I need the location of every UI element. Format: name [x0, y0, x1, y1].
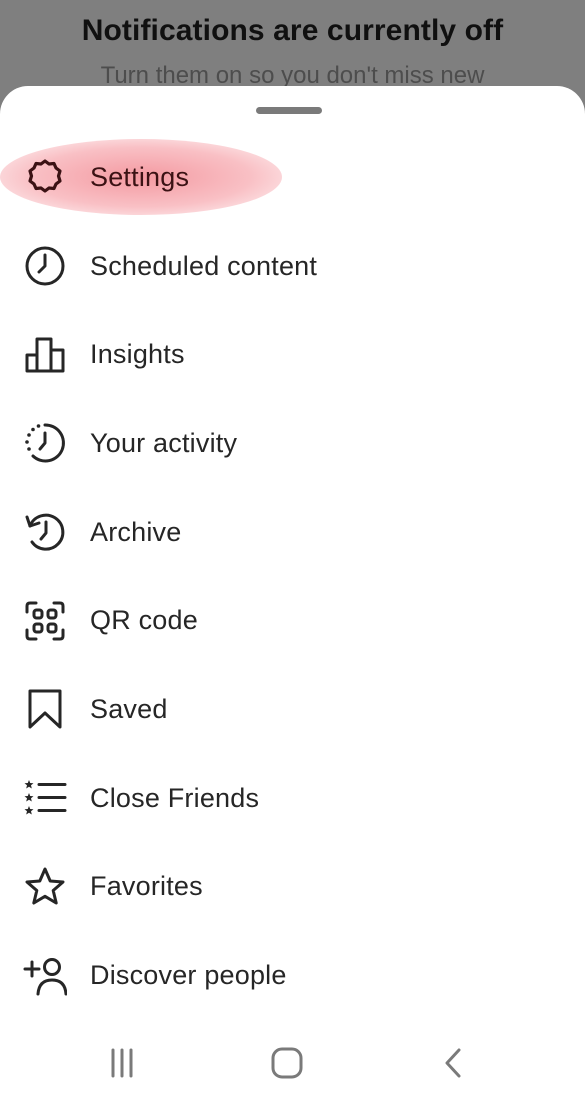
menu-item-your-activity[interactable]: Your activity	[0, 399, 585, 488]
screen: Notifications are currently off Turn the…	[0, 0, 585, 1107]
menu-item-close-friends[interactable]: Close Friends	[0, 754, 585, 843]
star-icon	[22, 864, 68, 910]
menu-item-label: Insights	[90, 339, 185, 370]
bookmark-icon	[22, 686, 68, 732]
archive-icon	[22, 509, 68, 555]
activity-icon	[22, 420, 68, 466]
menu-item-label: Settings	[90, 161, 190, 192]
home-icon	[269, 1045, 305, 1086]
menu-item-label: Discover people	[90, 960, 287, 991]
menu-item-label: Archive	[90, 516, 182, 547]
recents-button[interactable]	[97, 1045, 147, 1085]
settings-icon	[22, 154, 68, 200]
bottom-sheet: Settings Scheduled content Insights Your…	[0, 86, 585, 1107]
menu-item-insights[interactable]: Insights	[0, 310, 585, 399]
menu-item-saved[interactable]: Saved	[0, 665, 585, 754]
menu-item-qr-code[interactable]: QR code	[0, 576, 585, 665]
menu-item-label: Your activity	[90, 427, 238, 458]
add-person-icon	[22, 953, 68, 999]
bar-chart-icon	[22, 332, 68, 378]
home-button[interactable]	[262, 1045, 312, 1085]
system-navigation-bar	[0, 1017, 585, 1107]
menu-list: Settings Scheduled content Insights Your…	[0, 133, 585, 1020]
notification-banner-title: Notifications are currently off	[81, 14, 504, 47]
menu-item-favorites[interactable]: Favorites	[0, 843, 585, 932]
menu-item-label: Favorites	[90, 871, 203, 902]
clock-icon	[22, 243, 68, 289]
qr-code-icon	[22, 598, 68, 644]
menu-item-settings[interactable]: Settings	[0, 133, 585, 222]
menu-item-label: Scheduled content	[90, 250, 318, 281]
menu-item-scheduled-content[interactable]: Scheduled content	[0, 222, 585, 311]
sheet-drag-handle[interactable]	[256, 107, 322, 114]
back-button[interactable]	[428, 1045, 478, 1085]
menu-item-discover-people[interactable]: Discover people	[0, 931, 585, 1020]
menu-item-archive[interactable]: Archive	[0, 488, 585, 577]
menu-item-label: QR code	[90, 605, 198, 636]
menu-item-label: Close Friends	[90, 782, 260, 813]
recents-icon	[102, 1047, 142, 1084]
menu-item-label: Saved	[90, 693, 168, 724]
close-friends-icon	[22, 775, 68, 821]
back-icon	[438, 1046, 468, 1085]
